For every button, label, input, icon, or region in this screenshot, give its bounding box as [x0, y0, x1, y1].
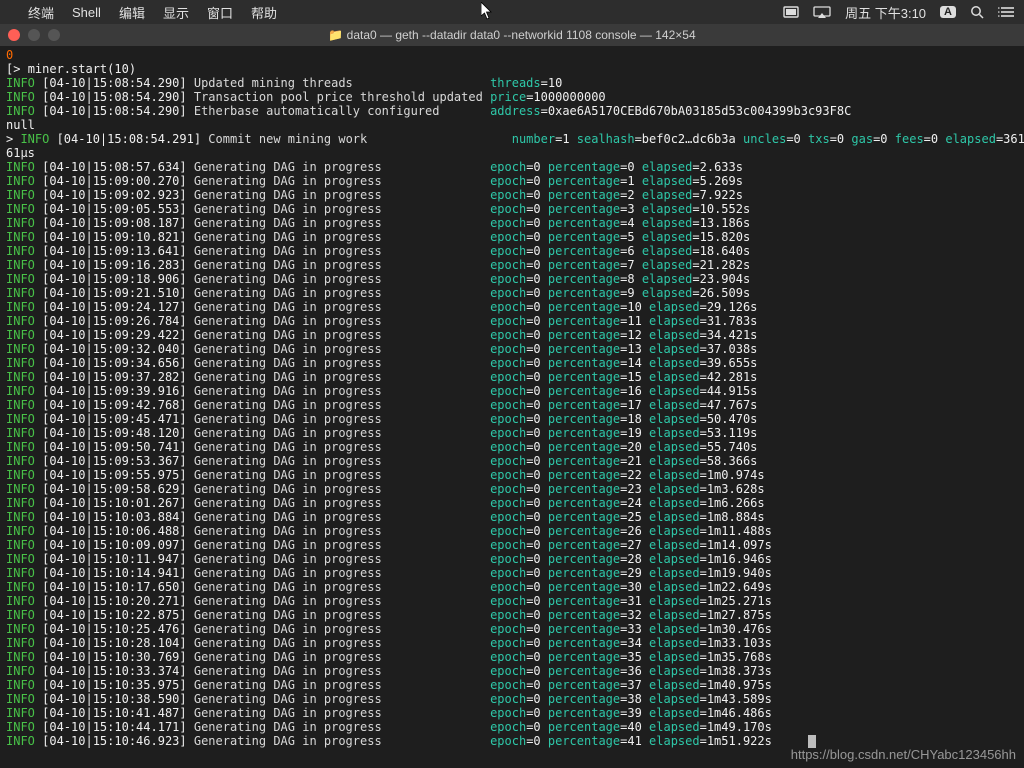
- terminal-line: INFO [04-10|15:10:11.947] Generating DAG…: [6, 552, 1018, 566]
- macos-menubar: 终端 Shell 编辑 显示 窗口 帮助 周五 下午3:10 A: [0, 0, 1024, 24]
- traffic-lights: [8, 29, 60, 41]
- terminal-line: INFO [04-10|15:10:46.923] Generating DAG…: [6, 734, 1018, 748]
- terminal-line: INFO [04-10|15:09:34.656] Generating DAG…: [6, 356, 1018, 370]
- menu-edit[interactable]: 编辑: [119, 3, 145, 22]
- terminal-line: INFO [04-10|15:10:35.975] Generating DAG…: [6, 678, 1018, 692]
- screencast-icon[interactable]: [783, 6, 799, 18]
- terminal-line: INFO [04-10|15:09:45.471] Generating DAG…: [6, 412, 1018, 426]
- terminal-line: INFO [04-10|15:10:28.104] Generating DAG…: [6, 636, 1018, 650]
- terminal-line: INFO [04-10|15:10:30.769] Generating DAG…: [6, 650, 1018, 664]
- terminal-line: INFO [04-10|15:09:48.120] Generating DAG…: [6, 426, 1018, 440]
- menu-window[interactable]: 窗口: [207, 3, 233, 22]
- terminal-line: INFO [04-10|15:09:00.270] Generating DAG…: [6, 174, 1018, 188]
- menu-terminal[interactable]: 终端: [28, 3, 54, 22]
- spotlight-search-icon[interactable]: [970, 5, 984, 19]
- terminal-line: 61µs: [6, 146, 1018, 160]
- terminal-line: INFO [04-10|15:10:14.941] Generating DAG…: [6, 566, 1018, 580]
- terminal-line: INFO [04-10|15:09:39.916] Generating DAG…: [6, 384, 1018, 398]
- terminal-line: INFO [04-10|15:09:21.510] Generating DAG…: [6, 286, 1018, 300]
- window-title: 📁 data0 — geth --datadir data0 --network…: [0, 28, 1024, 42]
- terminal-line: INFO [04-10|15:09:24.127] Generating DAG…: [6, 300, 1018, 314]
- menubar-left: 终端 Shell 编辑 显示 窗口 帮助: [10, 3, 277, 22]
- terminal-line: INFO [04-10|15:10:03.884] Generating DAG…: [6, 510, 1018, 524]
- terminal-line: INFO [04-10|15:10:09.097] Generating DAG…: [6, 538, 1018, 552]
- terminal-line: INFO [04-10|15:10:41.487] Generating DAG…: [6, 706, 1018, 720]
- terminal-line: INFO [04-10|15:09:29.422] Generating DAG…: [6, 328, 1018, 342]
- menu-shell[interactable]: Shell: [72, 5, 101, 20]
- terminal-line: INFO [04-10|15:09:53.367] Generating DAG…: [6, 454, 1018, 468]
- terminal-line: INFO [04-10|15:09:42.768] Generating DAG…: [6, 398, 1018, 412]
- terminal-line: > INFO [04-10|15:08:54.291] Commit new m…: [6, 132, 1018, 146]
- terminal-line: INFO [04-10|15:10:20.271] Generating DAG…: [6, 594, 1018, 608]
- zoom-button[interactable]: [48, 29, 60, 41]
- terminal-line: INFO [04-10|15:09:37.282] Generating DAG…: [6, 370, 1018, 384]
- terminal-line: INFO [04-10|15:09:50.741] Generating DAG…: [6, 440, 1018, 454]
- sidebar-menu-icon[interactable]: [998, 6, 1014, 18]
- terminal-line: INFO [04-10|15:10:38.590] Generating DAG…: [6, 692, 1018, 706]
- window-title-text: data0 — geth --datadir data0 --networkid…: [347, 28, 696, 42]
- window-titlebar[interactable]: 📁 data0 — geth --datadir data0 --network…: [0, 24, 1024, 46]
- terminal-window: 📁 data0 — geth --datadir data0 --network…: [0, 24, 1024, 768]
- terminal-line: INFO [04-10|15:09:16.283] Generating DAG…: [6, 258, 1018, 272]
- airplay-icon[interactable]: [813, 6, 831, 18]
- terminal-line: INFO [04-10|15:08:54.290] Updated mining…: [6, 76, 1018, 90]
- terminal-line: INFO [04-10|15:09:08.187] Generating DAG…: [6, 216, 1018, 230]
- terminal-line: INFO [04-10|15:09:18.906] Generating DAG…: [6, 272, 1018, 286]
- input-method-badge[interactable]: A: [940, 6, 956, 18]
- close-button[interactable]: [8, 29, 20, 41]
- watermark-text: https://blog.csdn.net/CHYabc123456hh: [791, 747, 1016, 762]
- terminal-line: INFO [04-10|15:10:01.267] Generating DAG…: [6, 496, 1018, 510]
- menubar-clock[interactable]: 周五 下午3:10: [845, 3, 926, 22]
- terminal-line: INFO [04-10|15:10:44.171] Generating DAG…: [6, 720, 1018, 734]
- terminal-line: [> miner.start(10) ]: [6, 62, 1018, 76]
- terminal-line: INFO [04-10|15:10:22.875] Generating DAG…: [6, 608, 1018, 622]
- terminal-line: INFO [04-10|15:09:05.553] Generating DAG…: [6, 202, 1018, 216]
- menu-help[interactable]: 帮助: [251, 3, 277, 22]
- terminal-line: INFO [04-10|15:09:55.975] Generating DAG…: [6, 468, 1018, 482]
- terminal-line: INFO [04-10|15:10:25.476] Generating DAG…: [6, 622, 1018, 636]
- terminal-line: 0: [6, 48, 1018, 62]
- terminal-line: INFO [04-10|15:08:57.634] Generating DAG…: [6, 160, 1018, 174]
- terminal-line: INFO [04-10|15:10:17.650] Generating DAG…: [6, 580, 1018, 594]
- terminal-line: INFO [04-10|15:09:13.641] Generating DAG…: [6, 244, 1018, 258]
- terminal-line: INFO [04-10|15:08:54.290] Transaction po…: [6, 90, 1018, 104]
- terminal-line: INFO [04-10|15:09:32.040] Generating DAG…: [6, 342, 1018, 356]
- terminal-body[interactable]: 0[> miner.start(10) ]INFO [04-10|15:08:5…: [0, 46, 1024, 750]
- folder-icon: 📁: [328, 28, 343, 42]
- terminal-line: INFO [04-10|15:10:06.488] Generating DAG…: [6, 524, 1018, 538]
- minimize-button[interactable]: [28, 29, 40, 41]
- terminal-line: INFO [04-10|15:08:54.290] Etherbase auto…: [6, 104, 1018, 118]
- terminal-line: null: [6, 118, 1018, 132]
- terminal-line: INFO [04-10|15:09:10.821] Generating DAG…: [6, 230, 1018, 244]
- menu-view[interactable]: 显示: [163, 3, 189, 22]
- terminal-line: INFO [04-10|15:10:33.374] Generating DAG…: [6, 664, 1018, 678]
- terminal-line: INFO [04-10|15:09:26.784] Generating DAG…: [6, 314, 1018, 328]
- menubar-right: 周五 下午3:10 A: [783, 3, 1014, 22]
- terminal-line: INFO [04-10|15:09:58.629] Generating DAG…: [6, 482, 1018, 496]
- terminal-line: INFO [04-10|15:09:02.923] Generating DAG…: [6, 188, 1018, 202]
